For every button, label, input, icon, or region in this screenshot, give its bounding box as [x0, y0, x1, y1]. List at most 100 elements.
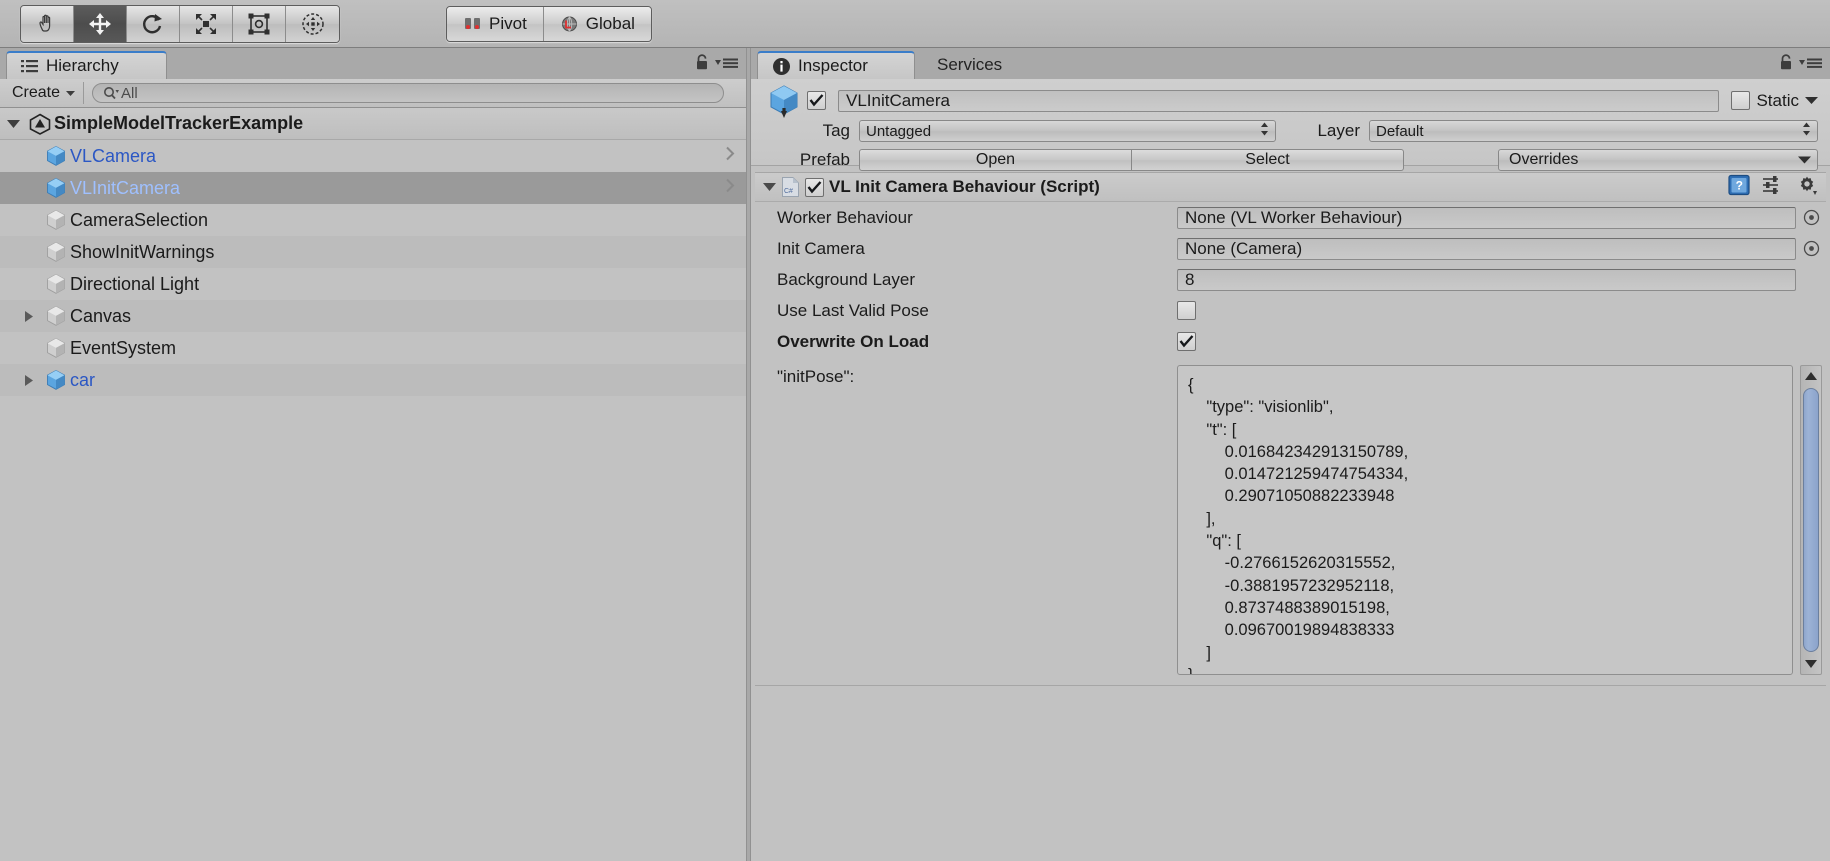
- hierarchy-item-directional-light[interactable]: Directional Light: [0, 268, 746, 300]
- layer-value: Default: [1376, 122, 1424, 140]
- hierarchy-tab-icons: [695, 54, 738, 76]
- tab-inspector[interactable]: Inspector: [757, 51, 915, 79]
- hierarchy-item-car[interactable]: car: [0, 364, 746, 396]
- rotate-tool-button[interactable]: [127, 6, 180, 42]
- static-toggle-group: Static: [1731, 91, 1818, 111]
- prefab-open-label: Open: [975, 151, 1016, 168]
- object-picker-icon[interactable]: [1796, 209, 1826, 226]
- gameobject-name-row: VLInitCamera Static: [761, 84, 1820, 118]
- object-reference-value: None (Camera): [1185, 238, 1303, 258]
- transform-icon: [301, 13, 324, 35]
- hierarchy-item-eventsystem[interactable]: EventSystem: [0, 332, 746, 364]
- panel-menu-icon[interactable]: [715, 56, 738, 75]
- property-row: Init Camera None (Camera): [755, 233, 1826, 264]
- property-row: Use Last Valid Pose: [755, 295, 1826, 326]
- gameobject-name-value: VLInitCamera: [846, 90, 950, 110]
- rotate-icon: [143, 14, 162, 34]
- init-pose-scrollbar[interactable]: [1800, 365, 1822, 675]
- foldout-collapsed-icon[interactable]: [16, 310, 42, 323]
- inspector-body: VLInitCamera Static Tag Untagged Layer D…: [751, 79, 1830, 861]
- scale-icon: [196, 14, 216, 34]
- hierarchy-item-label: CameraSelection: [70, 209, 209, 230]
- hand-tool-button[interactable]: [21, 6, 74, 42]
- tab-services[interactable]: Services: [923, 51, 1016, 79]
- global-label: Global: [585, 14, 635, 33]
- pivot-label: Pivot: [489, 14, 527, 33]
- scene-foldout-icon[interactable]: [0, 119, 26, 129]
- init-pose-textarea[interactable]: { "type": "visionlib", "t": [ 0.01684234…: [1177, 365, 1793, 675]
- component-foldout-icon[interactable]: [763, 182, 776, 192]
- scroll-down-arrow-icon[interactable]: [1801, 655, 1821, 673]
- scrollbar-thumb[interactable]: [1803, 388, 1819, 652]
- property-row: Background Layer 8: [755, 264, 1826, 295]
- static-checkbox[interactable]: [1731, 91, 1751, 110]
- prefab-open-button[interactable]: Open: [859, 149, 1132, 171]
- tab-services-label: Services: [937, 55, 1003, 74]
- tag-dropdown[interactable]: Untagged: [859, 120, 1276, 142]
- hierarchy-item-canvas[interactable]: Canvas: [0, 300, 746, 332]
- layer-dropdown[interactable]: Default: [1369, 120, 1818, 142]
- help-icon[interactable]: ?: [1728, 174, 1750, 201]
- global-toggle-button[interactable]: Global: [543, 7, 651, 41]
- property-checkbox[interactable]: [1177, 332, 1196, 351]
- gear-icon[interactable]: [1796, 174, 1818, 201]
- main-toolbar: Pivot Global: [0, 0, 1830, 48]
- prefab-label: Prefab: [799, 150, 850, 169]
- scene-root-row[interactable]: SimpleModelTrackerExample: [0, 108, 746, 140]
- search-input-value: All: [121, 84, 138, 102]
- hierarchy-item-showinitwarnings[interactable]: ShowInitWarnings: [0, 236, 746, 268]
- hand-icon: [39, 14, 51, 32]
- scene-name: SimpleModelTrackerExample: [54, 113, 304, 133]
- lock-icon[interactable]: [1779, 54, 1793, 76]
- object-reference-field[interactable]: None (Camera): [1177, 237, 1796, 260]
- foldout-collapsed-icon[interactable]: [16, 374, 42, 387]
- hierarchy-toolbar: Create All: [0, 79, 746, 108]
- prefab-select-button[interactable]: Select: [1132, 149, 1404, 171]
- lock-icon[interactable]: [695, 54, 709, 76]
- hierarchy-item-cameraselection[interactable]: CameraSelection: [0, 204, 746, 236]
- search-icon: [103, 86, 120, 100]
- gameobject-icon: [761, 82, 807, 120]
- object-reference-field[interactable]: None (VL Worker Behaviour): [1177, 206, 1796, 229]
- unity-scene-icon: [26, 113, 54, 135]
- prefab-row: Prefab Open Select Overrides: [761, 148, 1820, 172]
- prefab-enter-chevron-icon[interactable]: [725, 146, 736, 167]
- preset-icon[interactable]: [1762, 175, 1784, 200]
- chevron-down-icon: [66, 90, 76, 96]
- create-button-label: Create: [12, 84, 61, 101]
- transform-tool-button[interactable]: [286, 6, 339, 42]
- gameobject-cube-icon: [42, 240, 70, 264]
- create-button[interactable]: Create: [6, 82, 85, 104]
- pivot-toggle-button[interactable]: Pivot: [447, 7, 544, 41]
- hierarchy-item-vlinitcamera[interactable]: VLInitCamera: [0, 172, 746, 204]
- prefab-cube-icon: [42, 144, 70, 168]
- init-pose-row: "initPose": { "type": "visionlib", "t": …: [755, 357, 1826, 685]
- rect-transform-icon: [248, 13, 270, 35]
- scroll-up-arrow-icon[interactable]: [1801, 367, 1821, 385]
- component-header-icons: ?: [1728, 174, 1818, 201]
- property-checkbox[interactable]: [1177, 301, 1196, 320]
- updown-arrows-icon: [1802, 122, 1811, 141]
- gameobject-name-input[interactable]: VLInitCamera: [838, 89, 1720, 112]
- updown-arrows-icon: [1260, 122, 1269, 141]
- hierarchy-item-vlcamera[interactable]: VLCamera: [0, 140, 746, 172]
- search-input[interactable]: All: [92, 83, 724, 103]
- gameobject-cube-icon: [42, 272, 70, 296]
- gameobject-enabled-checkbox[interactable]: [807, 91, 826, 110]
- scale-tool-button[interactable]: [180, 6, 233, 42]
- panel-menu-icon[interactable]: [1799, 56, 1822, 75]
- hierarchy-item-label: EventSystem: [70, 337, 177, 358]
- object-picker-icon[interactable]: [1796, 240, 1826, 257]
- prefab-enter-chevron-icon[interactable]: [725, 178, 736, 199]
- globe-icon: [561, 16, 577, 31]
- number-input[interactable]: 8: [1177, 268, 1796, 291]
- chevron-down-icon[interactable]: [1805, 96, 1818, 105]
- component-header[interactable]: C# VL Init Camera Behaviour (Script) ?: [755, 173, 1826, 202]
- component-enabled-checkbox[interactable]: [805, 177, 824, 197]
- move-icon: [89, 13, 111, 35]
- tab-hierarchy[interactable]: Hierarchy: [6, 51, 167, 79]
- rect-tool-button[interactable]: [233, 6, 286, 42]
- move-tool-button[interactable]: [74, 6, 127, 42]
- tab-inspector-label: Inspector: [798, 56, 868, 75]
- prefab-overrides-dropdown[interactable]: Overrides: [1498, 149, 1818, 171]
